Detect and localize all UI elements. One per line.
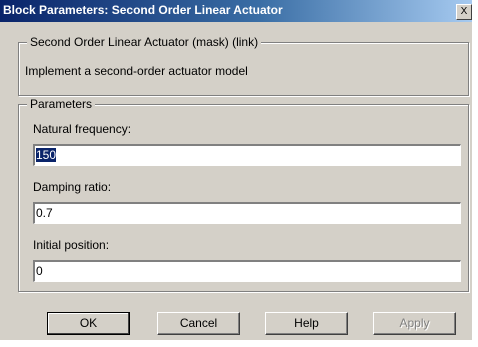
close-button[interactable]: X xyxy=(456,4,472,20)
initial-position-label: Initial position: xyxy=(33,238,110,252)
help-button[interactable]: Help xyxy=(265,312,348,335)
title-bar[interactable]: Block Parameters: Second Order Linear Ac… xyxy=(0,0,472,22)
damping-ratio-label: Damping ratio: xyxy=(33,180,112,194)
natural-frequency-value: 150 xyxy=(36,148,57,162)
initial-position-input[interactable]: 0 xyxy=(33,260,461,282)
parameters-group: Parameters Natural frequency: 150 Dampin… xyxy=(18,97,469,292)
parameters-group-legend: Parameters xyxy=(27,97,96,111)
natural-frequency-label: Natural frequency: xyxy=(33,122,132,136)
damping-ratio-input[interactable]: 0.7 xyxy=(33,202,461,224)
mask-group: Second Order Linear Actuator (mask) (lin… xyxy=(18,35,469,96)
cancel-button[interactable]: Cancel xyxy=(157,312,240,335)
initial-position-value: 0 xyxy=(36,264,43,278)
natural-frequency-input[interactable]: 150 xyxy=(33,144,461,166)
mask-group-legend: Second Order Linear Actuator (mask) (lin… xyxy=(27,35,262,49)
damping-ratio-value: 0.7 xyxy=(36,206,53,220)
window-title: Block Parameters: Second Order Linear Ac… xyxy=(3,3,283,17)
ok-button[interactable]: OK xyxy=(47,312,130,335)
mask-description: Implement a second-order actuator model xyxy=(25,64,248,78)
block-parameters-dialog: Block Parameters: Second Order Linear Ac… xyxy=(0,0,472,340)
close-icon: X xyxy=(460,6,468,17)
apply-button[interactable]: Apply xyxy=(373,312,456,335)
